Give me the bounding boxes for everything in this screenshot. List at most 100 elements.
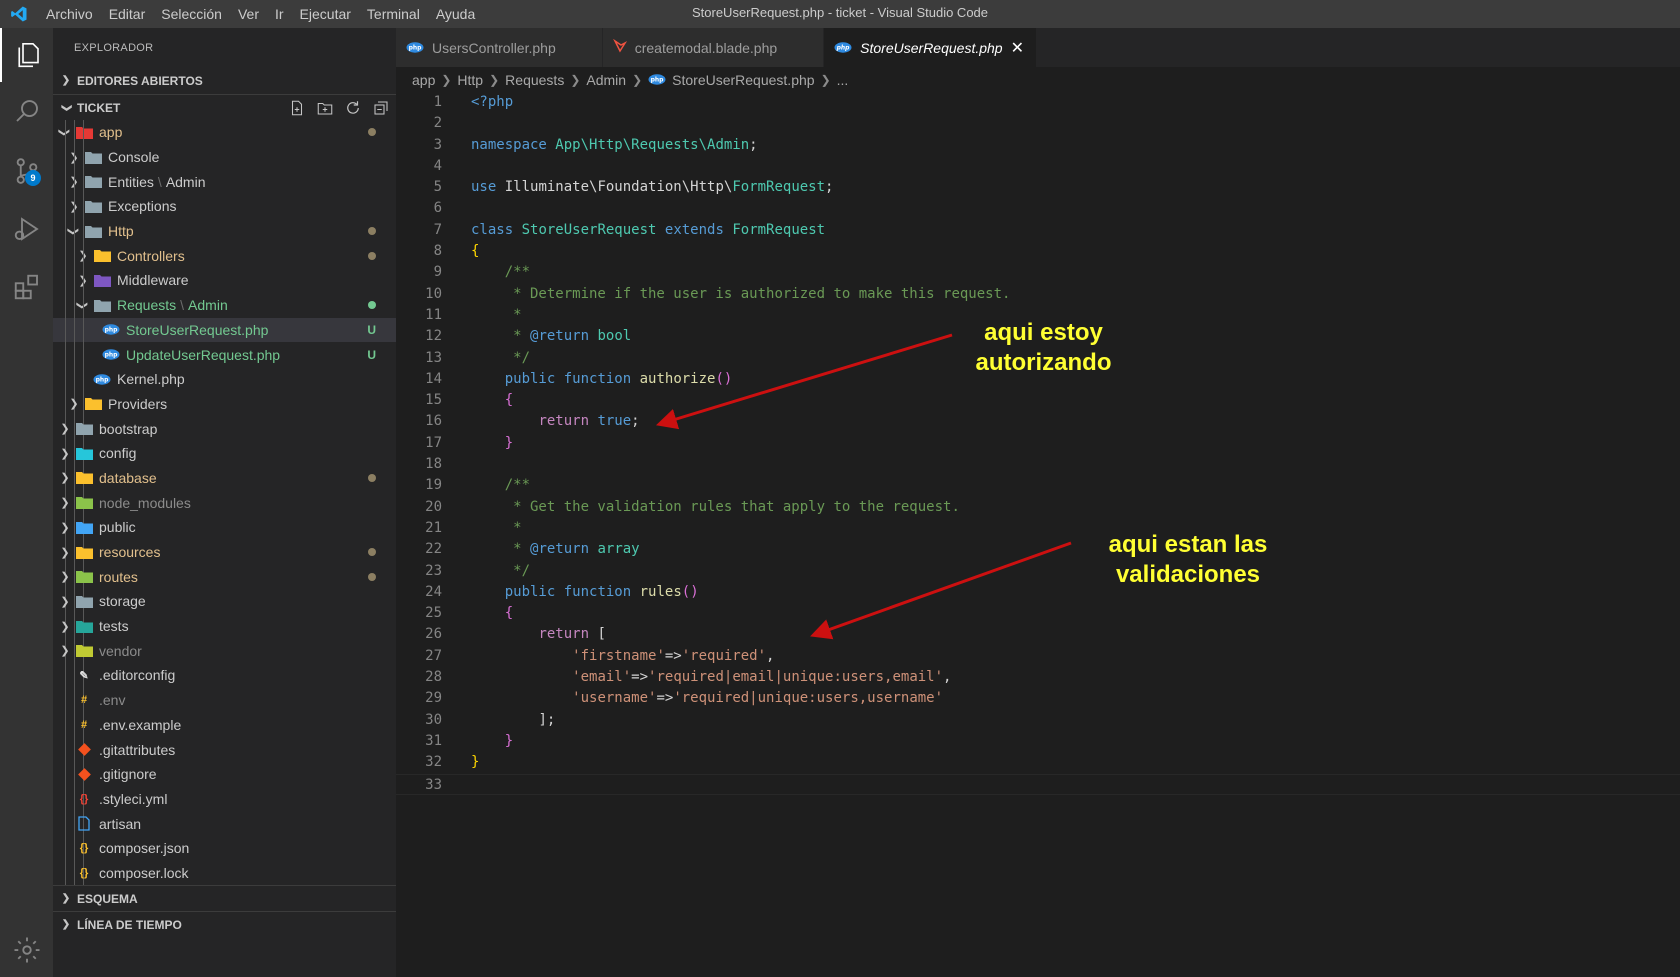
menu-item-0[interactable]: Archivo — [38, 0, 101, 28]
project-section-header[interactable]: ❯ TICKET — [53, 94, 396, 120]
chevron-right-icon: ❯ — [69, 398, 79, 411]
line-content: { — [471, 390, 513, 411]
line-number: 10 — [425, 285, 442, 302]
tree-item[interactable]: artisan — [53, 811, 396, 836]
menu-item-4[interactable]: Ir — [267, 0, 292, 28]
folder-icon — [75, 124, 93, 140]
tree-item[interactable]: ❯ resources — [53, 540, 396, 565]
breadcrumb-item[interactable]: ... — [837, 72, 849, 88]
line-content: /** — [471, 475, 530, 496]
editor-tab[interactable]: createmodal.blade.php — [602, 28, 825, 67]
search-icon[interactable] — [0, 84, 53, 138]
annotation-rules-line1: aqui estan las — [1108, 531, 1268, 558]
menu-bar: Archivo Editar Selección Ver Ir Ejecutar Termi… — [38, 0, 483, 28]
tree-item-label: Requests — [117, 297, 177, 314]
tree-item[interactable]: {} composer.lock — [53, 861, 396, 885]
tree-item[interactable]: .gitattributes — [53, 737, 396, 762]
tree-item[interactable]: ❯ vendor — [53, 638, 396, 663]
tree-item[interactable]: ❯ bootstrap — [53, 416, 396, 441]
chevron-right-icon: ❯ — [60, 423, 70, 436]
run-debug-icon[interactable] — [0, 202, 53, 256]
compact-folder-separator: \ — [157, 173, 162, 190]
tree-item[interactable]: php Kernel.php — [53, 367, 396, 392]
vscode-logo-icon — [0, 0, 38, 28]
tree-item[interactable]: ❯ node_modules — [53, 490, 396, 515]
file-icon — [75, 816, 93, 832]
close-tab-icon[interactable]: ✕ — [1011, 38, 1024, 58]
tree-item-label: Controllers — [117, 247, 185, 264]
line-number: 2 — [433, 115, 442, 132]
tree-item[interactable]: ❯ routes — [53, 564, 396, 589]
code-token: { — [504, 605, 514, 622]
tree-item[interactable]: ❯Controllers — [53, 243, 396, 268]
code-token: ]; — [538, 711, 556, 728]
tree-item[interactable]: ✎ .editorconfig — [53, 663, 396, 688]
refresh-icon[interactable] — [344, 99, 362, 117]
tree-item[interactable]: {} composer.json — [53, 836, 396, 861]
menu-item-1[interactable]: Editar — [101, 0, 154, 28]
breadcrumb-item[interactable]: Admin — [586, 72, 626, 88]
tree-item[interactable]: ❯Http — [53, 219, 396, 244]
line-content: * — [471, 518, 521, 539]
tree-item-label: .gitattributes — [99, 741, 176, 758]
tree-item[interactable]: ❯Requests\Admin — [53, 293, 396, 318]
code-token: */ — [504, 349, 531, 366]
new-folder-icon[interactable] — [316, 99, 334, 117]
tree-item[interactable]: {} .styleci.yml — [53, 787, 396, 812]
code-token: * Get the validation rules that apply to… — [504, 498, 960, 515]
tree-item[interactable]: ❯ tests — [53, 614, 396, 639]
timeline-section[interactable]: ❯ LÍNEA DE TIEMPO — [53, 911, 396, 937]
line-number: 20 — [425, 498, 442, 515]
extensions-icon[interactable] — [0, 260, 53, 314]
breadcrumb-item[interactable]: StoreUserRequest.php — [672, 72, 814, 88]
code-token: 'required|unique:users,username' — [673, 690, 944, 707]
tree-item[interactable]: ❯ public — [53, 515, 396, 540]
new-file-icon[interactable] — [288, 99, 306, 117]
menu-item-6[interactable]: Terminal — [359, 0, 428, 28]
settings-gear-icon[interactable] — [0, 923, 53, 977]
tree-item[interactable]: ❯app — [53, 120, 396, 145]
code-view[interactable]: 1 <?php 2 3 namespace App\Http\Requests\Admi… — [396, 92, 1680, 795]
explorer-files-icon[interactable] — [0, 28, 53, 82]
tree-item[interactable]: ❯Exceptions — [53, 194, 396, 219]
outline-section[interactable]: ❯ ESQUEMA — [53, 885, 396, 911]
modified-indicator-dot — [368, 572, 376, 581]
tree-item[interactable]: # .env.example — [53, 713, 396, 738]
menu-item-7[interactable]: Ayuda — [428, 0, 483, 28]
git-file-icon — [75, 766, 93, 782]
tree-item[interactable]: php StoreUserRequest.php U — [53, 317, 396, 343]
tree-item-suffix: Admin — [165, 173, 206, 190]
editor-tabs: php UsersController.php createmodal.blade.… — [396, 28, 1680, 67]
tree-item[interactable]: ❯ storage — [53, 589, 396, 614]
menu-item-2[interactable]: Selección — [153, 0, 230, 28]
tree-item[interactable]: # .env — [53, 688, 396, 713]
open-editors-section[interactable]: ❯ EDITORES ABIERTOS — [53, 68, 396, 94]
collapse-all-icon[interactable] — [372, 99, 390, 117]
editor-tab[interactable]: php StoreUserRequest.php ✕ — [824, 28, 1037, 67]
tree-item[interactable]: php UpdateUserRequest.php U — [53, 342, 396, 367]
breadcrumb-item[interactable]: Requests — [505, 72, 564, 88]
tree-item-label: resources — [99, 544, 161, 561]
chevron-right-icon: ❯ — [60, 571, 70, 584]
tree-item[interactable]: ❯ config — [53, 441, 396, 466]
editor-tab[interactable]: php UsersController.php — [396, 28, 603, 67]
tree-item[interactable]: ❯Entities\Admin — [53, 169, 396, 194]
breadcrumb-item[interactable]: Http — [457, 72, 483, 88]
tree-item[interactable]: ❯Console — [53, 145, 396, 170]
tree-item[interactable]: .gitignore — [53, 762, 396, 787]
tree-item[interactable]: ❯Middleware — [53, 268, 396, 293]
editorconfig-file-icon: ✎ — [79, 669, 89, 682]
tree-item[interactable]: ❯ database — [53, 466, 396, 491]
breadcrumb-item[interactable]: app — [412, 72, 435, 88]
line-content: return [ — [471, 624, 605, 645]
tree-item[interactable]: ❯ Providers — [53, 392, 396, 417]
menu-item-3[interactable]: Ver — [230, 0, 267, 28]
source-control-icon[interactable]: 9 — [0, 144, 53, 198]
menu-item-5[interactable]: Ejecutar — [292, 0, 359, 28]
code-token: } — [504, 434, 514, 451]
